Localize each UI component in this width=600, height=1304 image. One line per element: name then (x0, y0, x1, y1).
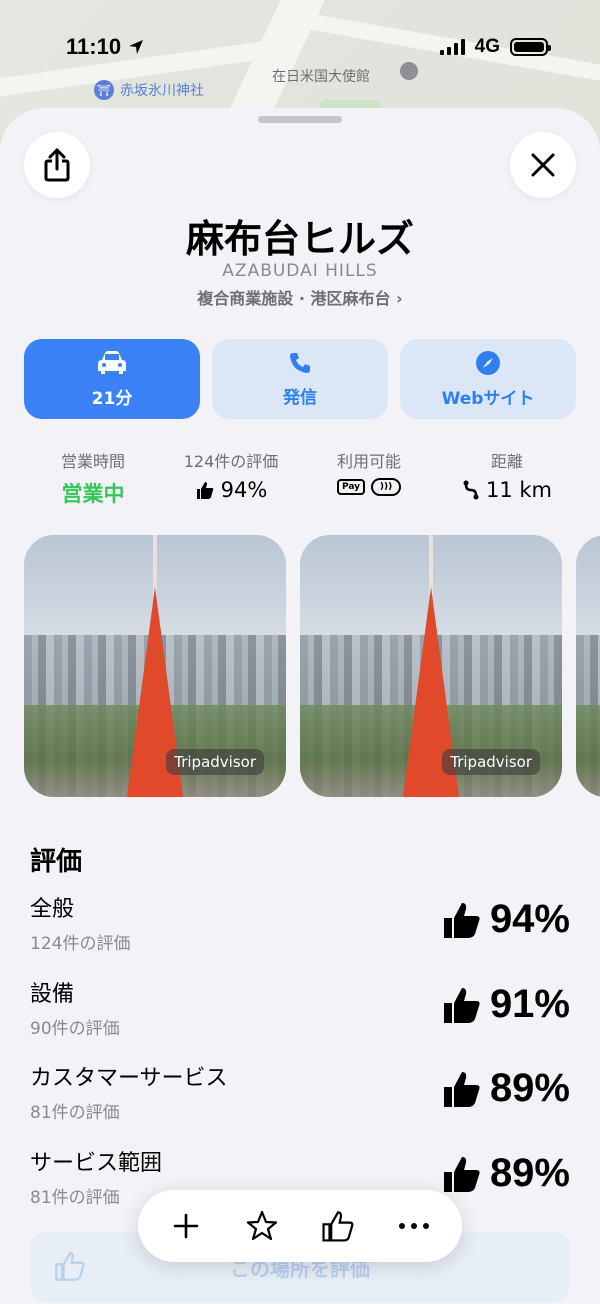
thumbs-up-icon (443, 1071, 480, 1107)
rating-row[interactable]: カスタマーサービス 81件の評価 89% (30, 1060, 570, 1132)
directions-button[interactable]: 21分 (24, 339, 200, 419)
star-icon (246, 1210, 278, 1241)
place-subtitle: AZABUDAI HILLS (222, 261, 378, 281)
rating-row[interactable]: 設備 90件の評価 91% (30, 976, 570, 1048)
battery-icon (510, 38, 551, 56)
route-icon (463, 480, 479, 500)
reviews-value: 94% (220, 478, 268, 502)
thumbs-up-icon (196, 482, 213, 499)
car-icon (98, 350, 126, 374)
place-title: 麻布台ヒルズ (185, 217, 414, 261)
bottom-toolbar (138, 1190, 462, 1262)
stat-hours[interactable]: 営業時間 営業中 (24, 448, 162, 508)
ellipsis-icon (399, 1223, 429, 1229)
status-time: 11:10 (66, 34, 122, 59)
phone-icon (290, 352, 310, 373)
close-icon (531, 153, 555, 177)
distance-value: 11 km (485, 478, 552, 502)
website-button[interactable]: Webサイト (400, 339, 576, 419)
photo-source-badge: Tripadvisor (442, 749, 540, 775)
compass-icon (476, 350, 500, 375)
stat-available[interactable]: 利用可能 Pay ))) (300, 448, 438, 508)
status-bar: 11:10 4G (0, 0, 600, 96)
close-button[interactable] (510, 132, 576, 198)
sheet-grabber[interactable] (258, 116, 342, 123)
apple-pay-text: Pay (341, 482, 361, 492)
thumbs-up-icon (443, 902, 480, 938)
rating-pct: 89% (489, 1066, 570, 1110)
directions-label: 21分 (91, 388, 133, 409)
rating-row[interactable]: 全般 124件の評価 94% (30, 891, 570, 963)
photo-3-partial[interactable] (576, 535, 600, 797)
photo-source-badge: Tripadvisor (166, 749, 264, 775)
thumbs-up-icon (443, 987, 480, 1023)
photo-carousel[interactable]: Tripadvisor Tripadvisor (24, 535, 600, 797)
status-time-group: 11:10 (66, 34, 145, 60)
call-label: 発信 (283, 387, 317, 408)
photo-2[interactable]: Tripadvisor (300, 535, 562, 797)
network-type: 4G (474, 36, 500, 57)
call-button[interactable]: 発信 (212, 339, 388, 419)
place-stats: 営業時間 営業中 124件の評価 94% 利用可能 Pay ))) 距離 11 … (24, 448, 576, 508)
hours-value: 営業中 (61, 482, 125, 506)
rating-pct: 91% (489, 982, 570, 1026)
website-label: Webサイト (441, 388, 535, 409)
share-icon (44, 148, 70, 182)
thumbs-up-outline-icon (322, 1211, 354, 1242)
place-category-link[interactable]: 複合商業施設 · 港区麻布台 › (0, 285, 600, 309)
stat-distance[interactable]: 距離 11 km (438, 448, 576, 508)
hours-label: 営業時間 (60, 452, 125, 471)
ratings-heading: 評価 (30, 847, 83, 877)
available-label: 利用可能 (336, 452, 401, 471)
thumbs-up-icon (443, 1156, 480, 1192)
contactless-icon: ))) (371, 478, 402, 496)
plus-icon (173, 1213, 199, 1239)
action-buttons: 21分 発信 Webサイト (24, 339, 576, 419)
share-button[interactable] (24, 132, 90, 198)
distance-label: 距離 (490, 452, 523, 471)
thumbs-up-outline-icon (55, 1252, 85, 1281)
photo-1[interactable]: Tripadvisor (24, 535, 286, 797)
place-sheet: 麻布台ヒルズ AZABUDAI HILLS 複合商業施設 · 港区麻布台 › 2… (0, 108, 600, 1304)
stat-reviews[interactable]: 124件の評価 94% (162, 448, 300, 508)
cellular-signal-icon (439, 39, 465, 55)
location-arrow-icon (129, 40, 144, 54)
add-button[interactable] (160, 1200, 212, 1252)
reviews-label: 124件の評価 (183, 452, 279, 471)
more-button[interactable] (388, 1200, 440, 1252)
rating-pct: 89% (489, 1151, 570, 1195)
rate-button[interactable] (312, 1200, 364, 1252)
favorite-button[interactable] (236, 1200, 288, 1252)
rating-pct: 94% (489, 897, 570, 941)
apple-pay-icon: Pay (336, 479, 366, 495)
